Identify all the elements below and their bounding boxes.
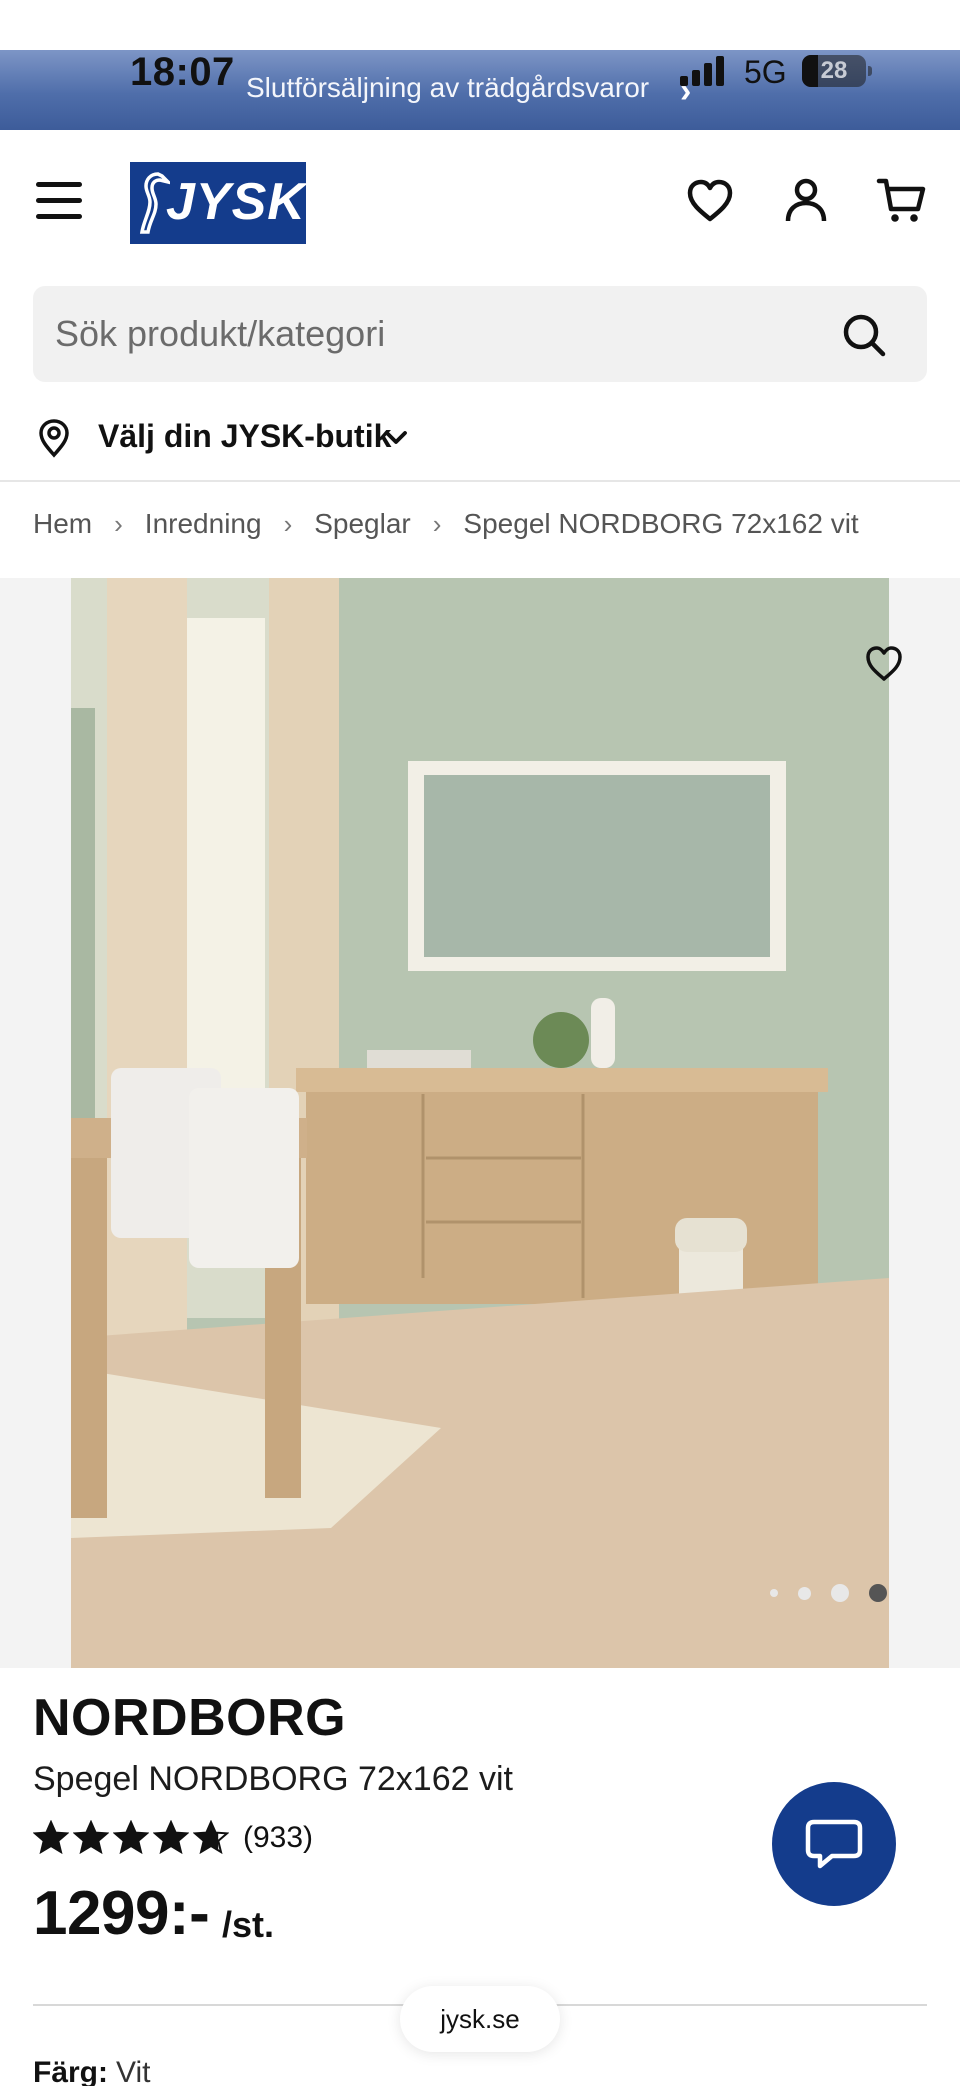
divider [0,480,960,482]
heart-icon[interactable] [684,175,736,227]
search-icon[interactable] [841,312,887,358]
jysk-logo[interactable]: JYSK [130,162,306,244]
gallery-dot[interactable] [770,1589,778,1597]
product-price: 1299:- [33,1879,210,1948]
rating-stars [33,1820,229,1856]
star-icon [33,1820,69,1855]
battery-level: 28 [820,57,848,84]
review-count[interactable]: (933) [243,1821,313,1855]
breadcrumb-inredning[interactable]: Inredning [145,508,262,540]
promo-chevron-icon[interactable]: › [680,72,691,111]
breadcrumb: Hem › Inredning › Speglar › Spegel NORDB… [33,508,859,540]
product-image[interactable] [71,578,889,1668]
product-brand: NORDBORG [33,1689,347,1747]
browser-url[interactable]: jysk.se [400,1986,560,2052]
logo-text: JYSK [166,173,306,231]
favorite-heart-icon[interactable] [862,642,906,686]
chevron-down-icon [385,431,407,444]
price-unit: /st. [222,1904,275,1945]
gallery-dot[interactable] [798,1586,811,1600]
rating-row[interactable]: (933) [33,1816,313,1860]
gallery-dots [770,1584,887,1602]
cart-icon[interactable] [876,175,928,227]
menu-icon-bar [36,214,82,219]
search-bar [33,286,927,382]
room-scene-illustration [71,578,889,1668]
breadcrumb-separator: › [432,508,442,539]
top-bezel [0,0,960,50]
color-row: Färg: Vit [33,2056,150,2086]
color-label: Färg: [33,2056,108,2086]
breadcrumb-separator: › [114,508,123,539]
star-icon [113,1820,149,1855]
network-type: 5G [744,54,787,90]
breadcrumb-speglar[interactable]: Speglar [314,508,411,540]
location-pin-icon [39,419,69,458]
menu-icon-bar [36,198,82,203]
store-label: Välj din JYSK-butik [98,418,392,454]
star-icon [193,1820,229,1855]
menu-button[interactable] [36,182,82,222]
battery-icon: 28 [802,55,872,87]
star-icon [73,1820,109,1855]
product-name: Spegel NORDBORG 72x162 vit [33,1760,513,1798]
chat-bubble-icon [805,1819,863,1869]
color-value: Vit [116,2056,151,2086]
user-icon[interactable] [780,175,832,227]
gallery-dot[interactable] [831,1584,849,1602]
menu-icon-bar [36,182,82,187]
breadcrumb-current: Spegel NORDBORG 72x162 vit [463,508,859,539]
store-selector[interactable]: Välj din JYSK-butik [0,406,960,474]
gallery-dot-active[interactable] [869,1584,887,1602]
site-header: JYSK [0,130,960,280]
breadcrumb-separator: › [283,508,293,539]
status-time: 18:07 [130,50,235,94]
chat-button[interactable] [772,1782,896,1906]
promo-text[interactable]: Slutförsäljning av trädgårdsvaror [246,72,649,104]
promo-banner[interactable]: 18:07 Slutförsäljning av trädgårdsvaror … [0,50,960,130]
search-input[interactable] [55,286,835,382]
star-icon [153,1820,189,1855]
breadcrumb-home[interactable]: Hem [33,508,92,540]
